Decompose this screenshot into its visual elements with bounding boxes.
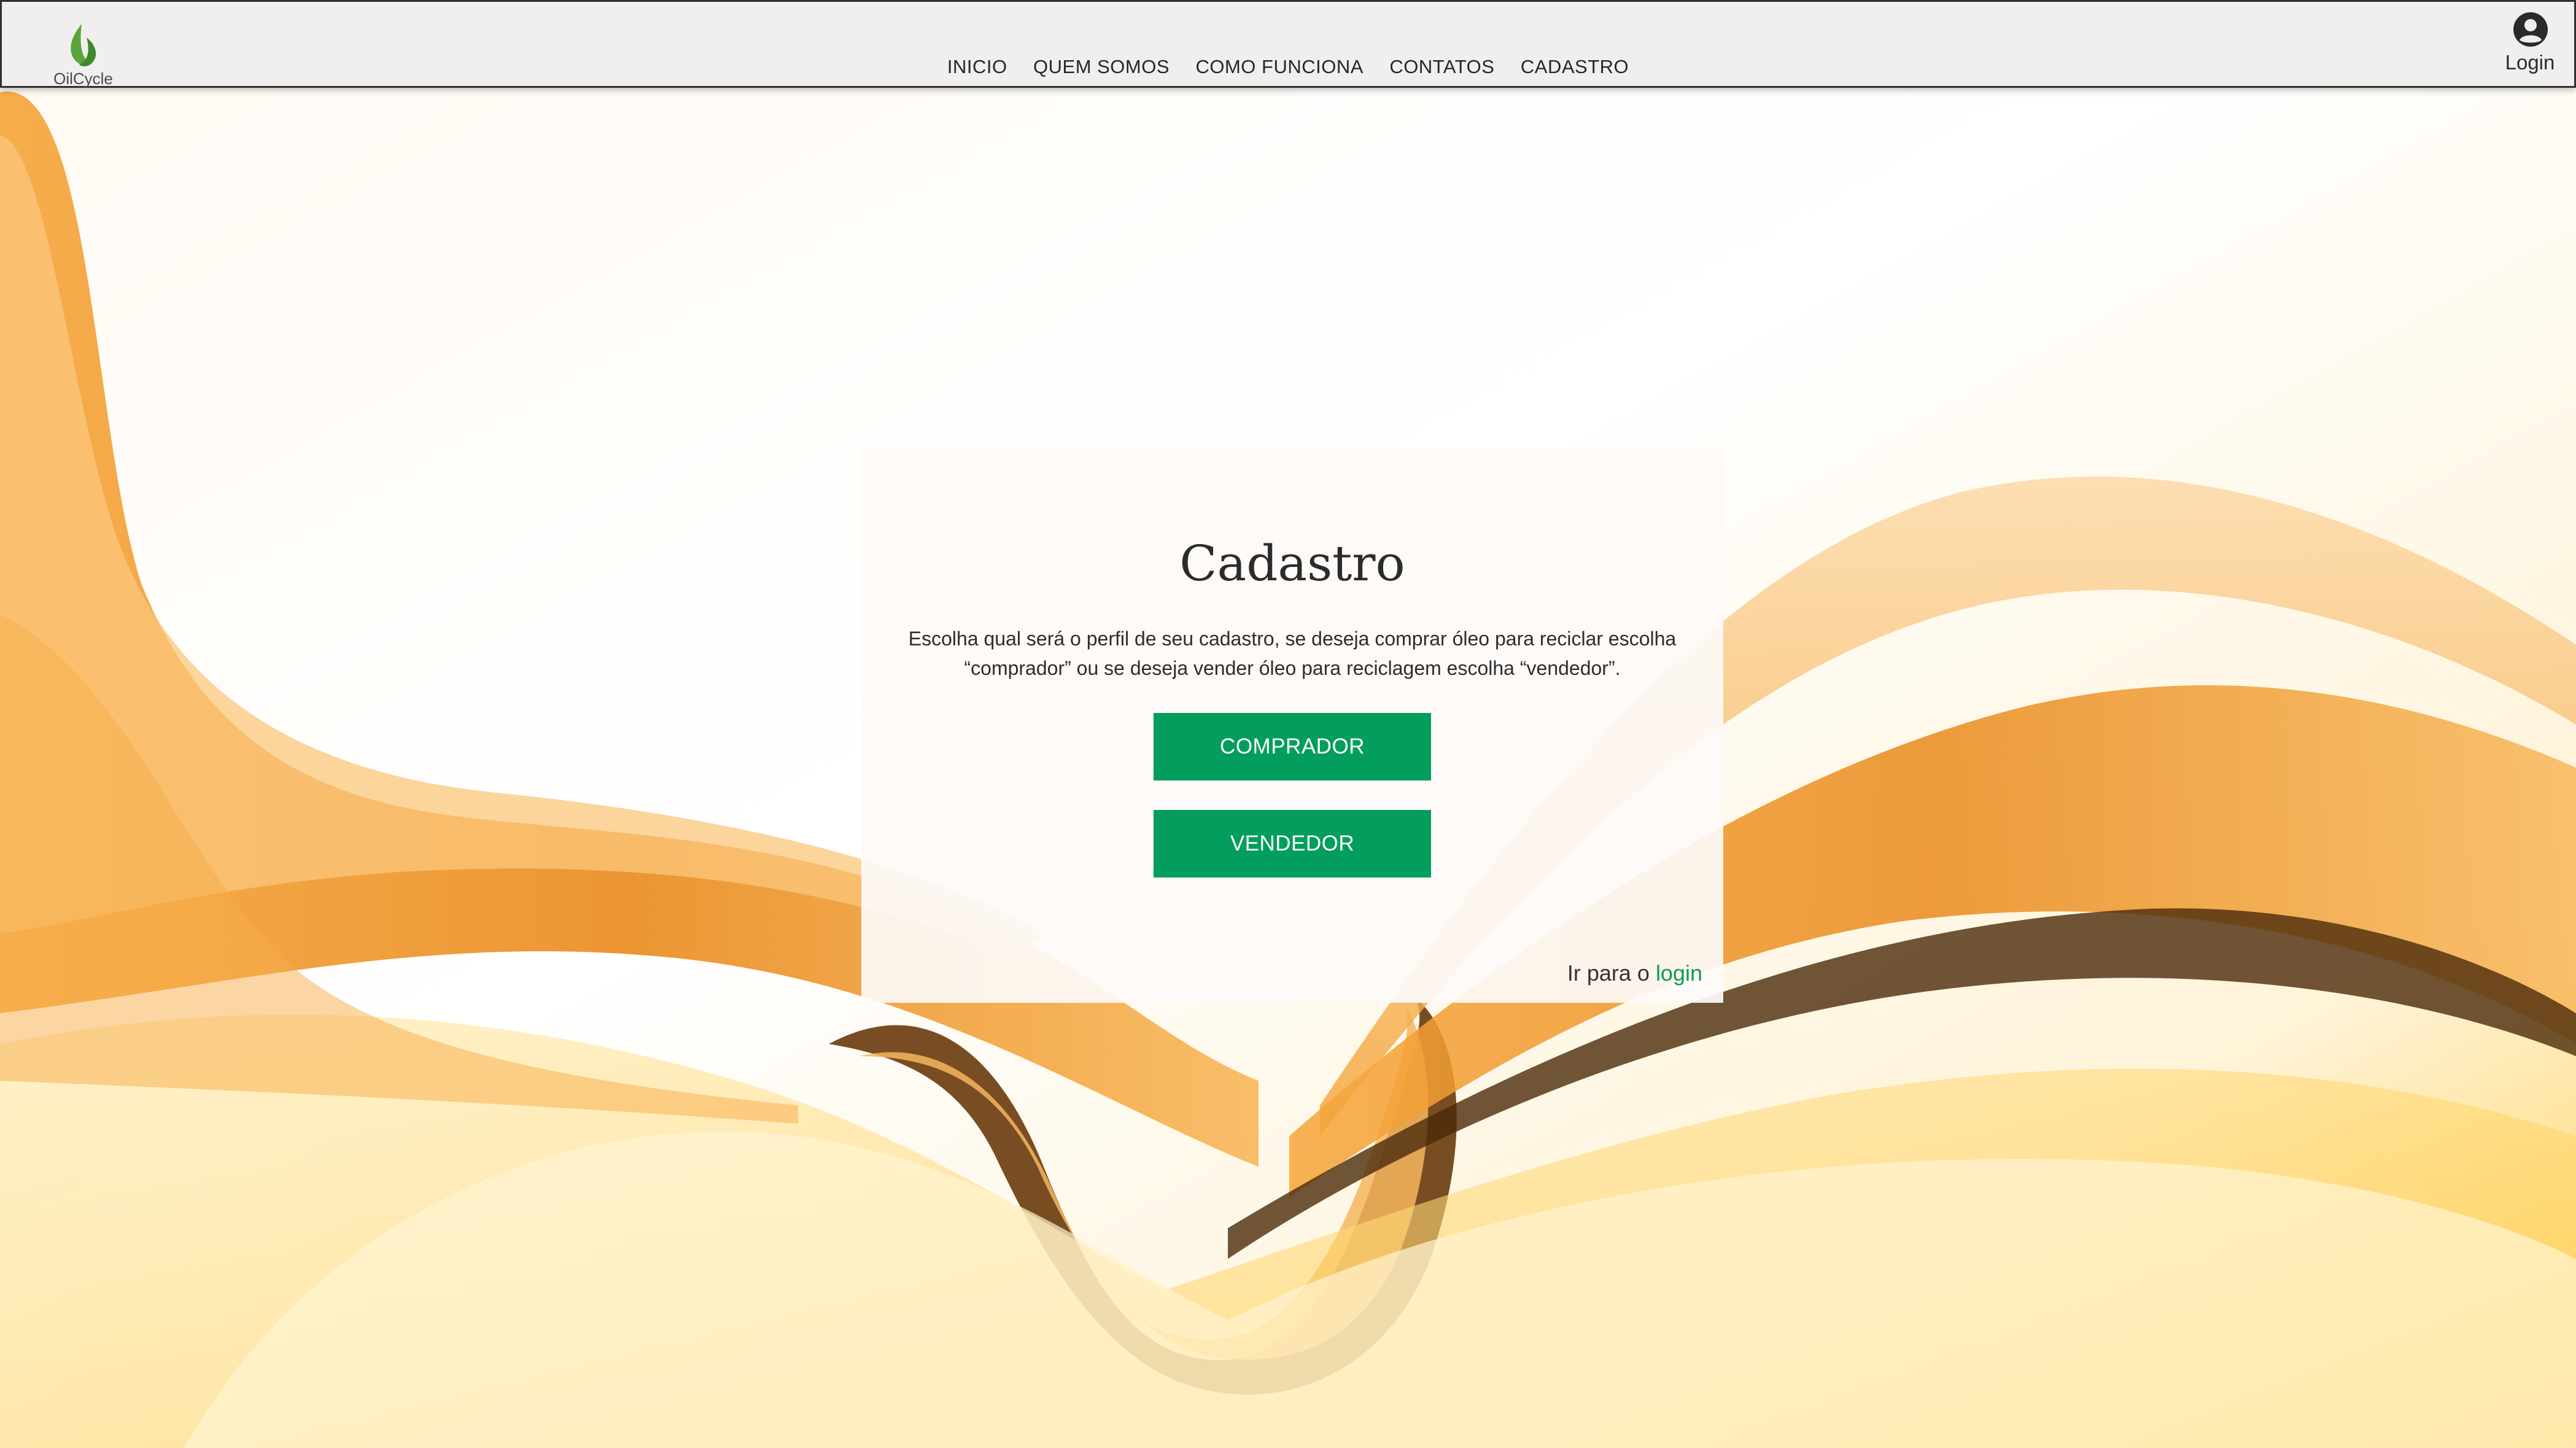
signup-card: Cadastro Escolha qual será o perfil de s…	[861, 449, 1723, 1003]
header-login-link[interactable]: Login	[2502, 12, 2558, 79]
comprador-button[interactable]: COMPRADOR	[1154, 713, 1431, 780]
page-title: Cadastro	[1179, 535, 1405, 592]
nav-item-contatos[interactable]: CONTATOS	[1389, 56, 1494, 78]
goto-login-link[interactable]: login	[1656, 960, 1702, 986]
nav-item-cadastro[interactable]: CADASTRO	[1521, 56, 1629, 78]
user-circle-icon	[2513, 12, 2548, 47]
goto-login-text: Ir para o login	[1567, 960, 1702, 986]
goto-login-prefix: Ir para o	[1567, 960, 1650, 986]
nav-item-quem-somos[interactable]: QUEM SOMOS	[1033, 56, 1170, 78]
nav-item-como-funciona[interactable]: COMO FUNCIONA	[1195, 56, 1363, 78]
nav-item-inicio[interactable]: INICIO	[947, 56, 1007, 78]
vendedor-button[interactable]: VENDEDOR	[1154, 810, 1431, 878]
top-navbar: OilCycle INICIO QUEM SOMOS COMO FUNCIONA…	[0, 0, 2576, 88]
main-nav: INICIO QUEM SOMOS COMO FUNCIONA CONTATOS…	[2, 56, 2574, 78]
signup-description: Escolha qual será o perfil de seu cadast…	[908, 628, 1677, 679]
login-label: Login	[2505, 51, 2555, 74]
